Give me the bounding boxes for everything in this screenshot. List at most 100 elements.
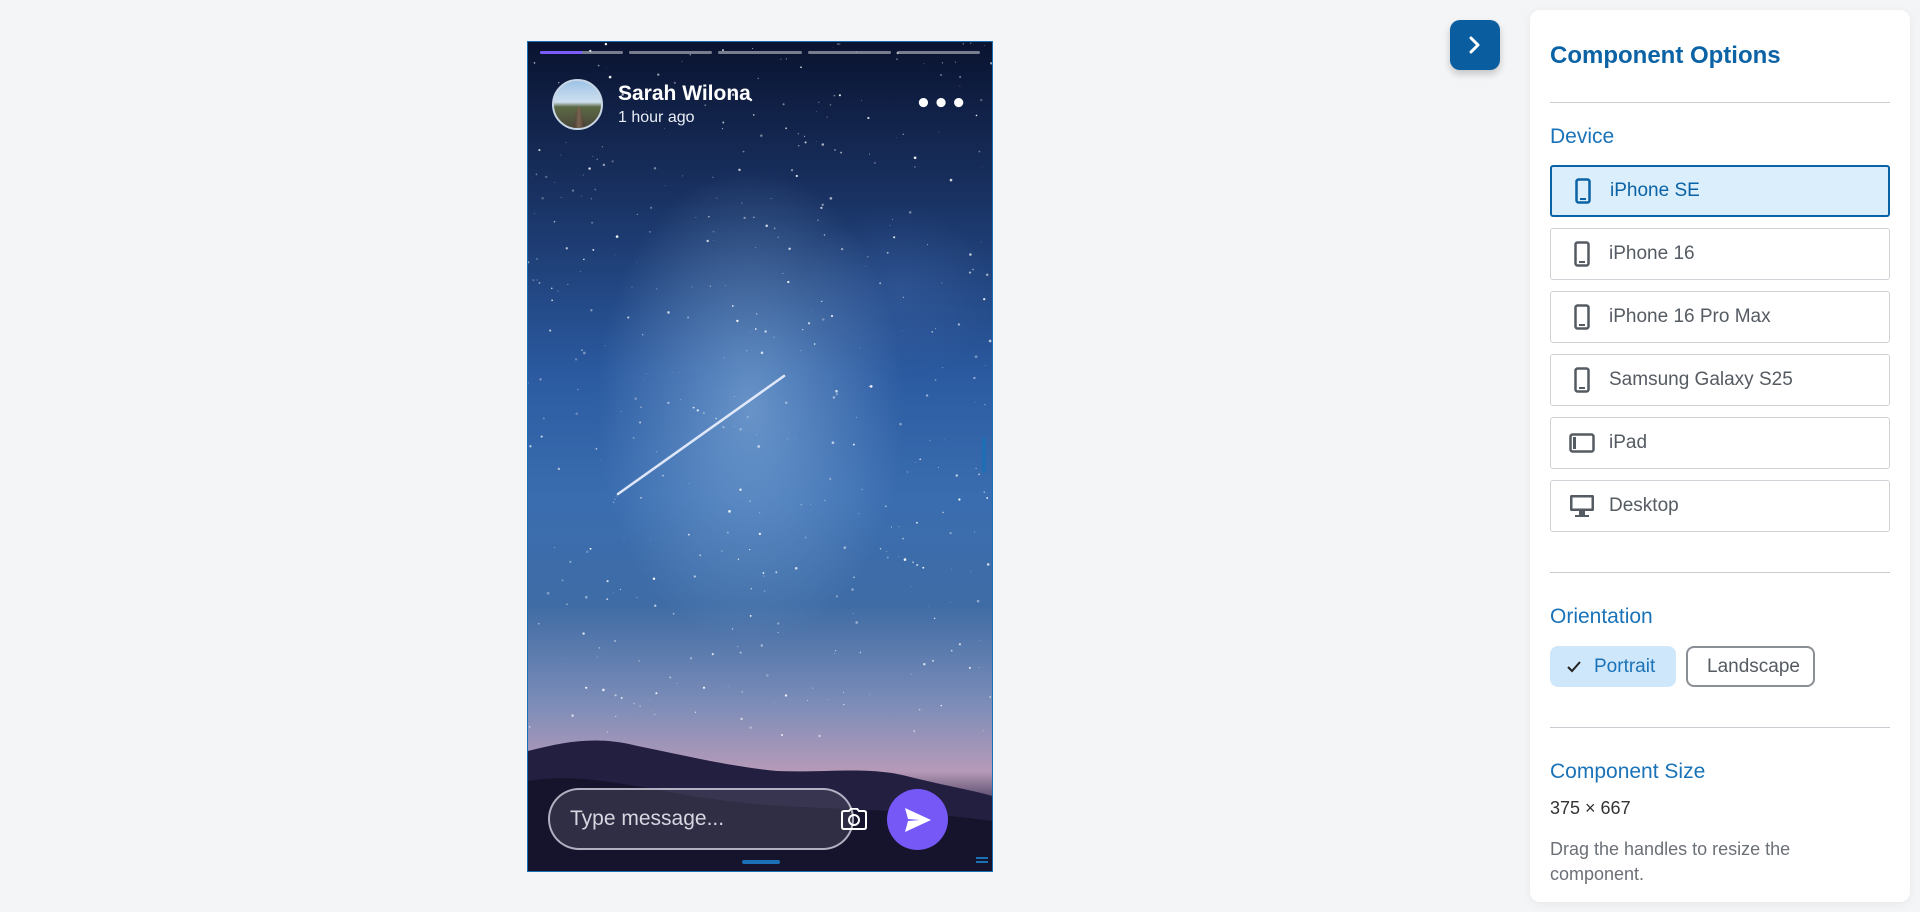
star xyxy=(983,45,985,47)
star xyxy=(604,345,606,347)
star xyxy=(586,550,589,554)
more-options-icon[interactable]: ••• xyxy=(915,91,968,117)
device-option-label: Desktop xyxy=(1609,495,1679,516)
star xyxy=(895,137,897,139)
component-size-value: 375 × 667 xyxy=(1550,798,1631,818)
star xyxy=(902,296,904,298)
star xyxy=(822,318,825,321)
star xyxy=(978,473,980,476)
star xyxy=(680,398,682,400)
star xyxy=(614,694,617,697)
star xyxy=(914,166,916,168)
star xyxy=(926,244,928,246)
star xyxy=(667,311,670,314)
orientation-portrait-button[interactable]: Portrait xyxy=(1550,646,1676,687)
resize-handle-corner[interactable] xyxy=(976,857,988,863)
size-section-label: Component Size xyxy=(1550,760,1706,783)
star xyxy=(645,373,647,375)
star xyxy=(794,567,798,570)
star xyxy=(823,234,826,236)
star xyxy=(764,330,767,333)
star xyxy=(601,146,604,148)
star xyxy=(656,451,658,453)
device-option-ipad[interactable]: iPad xyxy=(1550,417,1890,469)
phone-icon xyxy=(1569,304,1595,330)
star xyxy=(679,371,680,373)
star xyxy=(760,134,763,137)
star xyxy=(942,511,944,514)
device-option-label: iPhone 16 xyxy=(1609,243,1695,264)
star xyxy=(893,236,896,239)
divider xyxy=(1550,102,1890,103)
star xyxy=(931,659,935,662)
message-input[interactable] xyxy=(570,807,841,831)
send-button[interactable] xyxy=(887,789,948,850)
star xyxy=(689,54,691,56)
star xyxy=(741,202,743,204)
star xyxy=(911,586,913,587)
star xyxy=(640,406,643,409)
star xyxy=(582,632,585,635)
star xyxy=(604,42,608,46)
device-option-samsung-galaxy-s25[interactable]: Samsung Galaxy S25 xyxy=(1550,354,1890,406)
star xyxy=(979,98,983,102)
device-option-label: Samsung Galaxy S25 xyxy=(1609,369,1793,390)
star xyxy=(649,206,653,209)
star xyxy=(585,686,588,689)
camera-icon[interactable] xyxy=(841,804,867,834)
star xyxy=(739,428,742,431)
star xyxy=(958,643,962,646)
star xyxy=(797,144,800,147)
star xyxy=(590,309,593,312)
star xyxy=(538,281,541,284)
story-progress-bar xyxy=(540,51,981,54)
star xyxy=(949,531,952,535)
star xyxy=(756,434,757,436)
star xyxy=(589,547,592,550)
device-option-iphone-se[interactable]: iPhone SE xyxy=(1550,165,1890,217)
star xyxy=(591,221,594,224)
star xyxy=(634,397,638,400)
star xyxy=(750,588,752,590)
star xyxy=(588,167,591,170)
star xyxy=(978,666,980,668)
star xyxy=(869,693,871,695)
orientation-portrait-label: Portrait xyxy=(1594,655,1656,677)
resize-handle-bottom[interactable] xyxy=(742,860,780,864)
component-options-panel: Component Options Device iPhone SE iPhone… xyxy=(1530,10,1910,902)
star xyxy=(560,196,562,198)
star xyxy=(777,622,780,625)
star xyxy=(968,666,971,669)
star xyxy=(951,568,953,570)
meteor-streak xyxy=(616,374,786,496)
star xyxy=(784,694,788,697)
star xyxy=(533,213,535,215)
chevron-right-icon xyxy=(1469,36,1480,54)
star xyxy=(696,409,699,412)
device-option-iphone-16-pro-max[interactable]: iPhone 16 Pro Max xyxy=(1550,291,1890,343)
toggle-panel-button[interactable] xyxy=(1450,20,1500,70)
star xyxy=(640,497,642,499)
star xyxy=(653,167,657,170)
star xyxy=(536,257,538,260)
resize-handle-right[interactable] xyxy=(982,437,986,473)
avatar[interactable] xyxy=(552,78,603,130)
star xyxy=(654,604,657,607)
star xyxy=(981,165,983,167)
orientation-landscape-button[interactable]: Landscape xyxy=(1686,646,1815,687)
star xyxy=(812,687,814,689)
star xyxy=(787,280,790,284)
star xyxy=(551,287,553,289)
star xyxy=(867,256,869,258)
star xyxy=(983,491,986,494)
star xyxy=(975,467,977,470)
device-option-desktop[interactable]: Desktop xyxy=(1550,480,1890,532)
star xyxy=(639,421,642,424)
star xyxy=(837,43,839,45)
star xyxy=(581,195,583,197)
star xyxy=(797,132,800,135)
device-option-iphone-16[interactable]: iPhone 16 xyxy=(1550,228,1890,280)
star xyxy=(721,550,723,552)
star xyxy=(632,436,635,439)
star xyxy=(852,613,854,615)
